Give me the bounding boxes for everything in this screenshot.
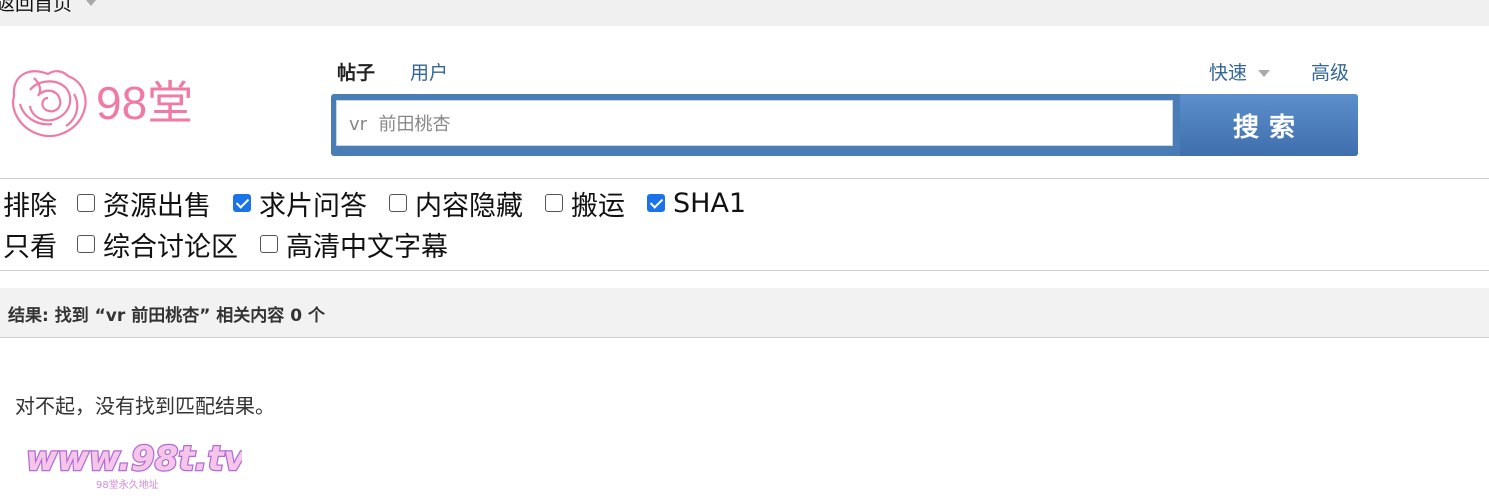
empty-result-message: 对不起，没有找到匹配结果。 bbox=[15, 394, 275, 418]
filter-option[interactable]: 求片问答 bbox=[233, 184, 367, 223]
filter-option[interactable]: 高清中文字幕 bbox=[260, 225, 448, 264]
chevron-down-icon[interactable] bbox=[1258, 70, 1270, 77]
divider bbox=[0, 270, 1489, 271]
checkbox[interactable] bbox=[233, 194, 251, 212]
filter-option-label: 求片问答 bbox=[259, 190, 367, 222]
filter-option-label: 综合讨论区 bbox=[103, 231, 238, 263]
divider bbox=[0, 178, 1489, 179]
filter-option[interactable]: 搬运 bbox=[545, 184, 625, 223]
search-input[interactable] bbox=[336, 100, 1173, 146]
filter-option[interactable]: 资源出售 bbox=[77, 184, 211, 223]
quick-search-dropdown[interactable]: 快速 bbox=[1209, 60, 1247, 86]
filter-option[interactable]: 综合讨论区 bbox=[77, 225, 238, 264]
top-bar: 返回首页 bbox=[0, 0, 1489, 26]
checkbox[interactable] bbox=[389, 194, 407, 212]
only-label: 只看 bbox=[3, 231, 57, 263]
filter-option[interactable]: 内容隐藏 bbox=[389, 184, 523, 223]
checkbox[interactable] bbox=[77, 194, 95, 212]
filter-option-label: SHA1 bbox=[673, 187, 747, 219]
search-button[interactable]: 搜索 bbox=[1180, 94, 1358, 156]
checkbox[interactable] bbox=[647, 194, 665, 212]
rose-icon bbox=[12, 70, 87, 138]
back-home-link[interactable]: 返回首页 bbox=[0, 0, 72, 16]
result-summary: 结果: 找到 “vr 前田桃杏” 相关内容 0 个 bbox=[8, 306, 325, 326]
exclude-filter-row: 排除 资源出售 求片问答 内容隐藏 搬运 SHA1 bbox=[3, 184, 768, 223]
watermark-subtitle: 98堂永久地址 bbox=[96, 478, 159, 491]
only-filter-row: 只看 综合讨论区 高清中文字幕 bbox=[3, 225, 470, 264]
checkbox[interactable] bbox=[77, 235, 95, 253]
checkbox[interactable] bbox=[545, 194, 563, 212]
filter-option[interactable]: SHA1 bbox=[647, 188, 746, 219]
logo-text: 98堂 bbox=[96, 77, 193, 129]
chevron-down-icon[interactable] bbox=[86, 0, 96, 6]
advanced-search-link[interactable]: 高级 bbox=[1311, 60, 1349, 86]
filter-option-label: 高清中文字幕 bbox=[286, 231, 448, 263]
result-summary-bar: 结果: 找到 “vr 前田桃杏” 相关内容 0 个 bbox=[0, 288, 1489, 338]
watermark-url: www.98t.tv bbox=[26, 439, 242, 479]
search-box: 搜索 bbox=[331, 94, 1358, 156]
filter-option-label: 资源出售 bbox=[103, 190, 211, 222]
watermark-logo: www.98t.tv 98堂永久地址 bbox=[25, 438, 242, 491]
logo[interactable]: 98堂 bbox=[8, 64, 208, 140]
exclude-label: 排除 bbox=[3, 190, 57, 222]
tab-posts[interactable]: 帖子 bbox=[337, 60, 375, 86]
filter-option-label: 搬运 bbox=[571, 190, 625, 222]
checkbox[interactable] bbox=[260, 235, 278, 253]
filter-option-label: 内容隐藏 bbox=[415, 190, 523, 222]
tab-users[interactable]: 用户 bbox=[410, 60, 448, 86]
